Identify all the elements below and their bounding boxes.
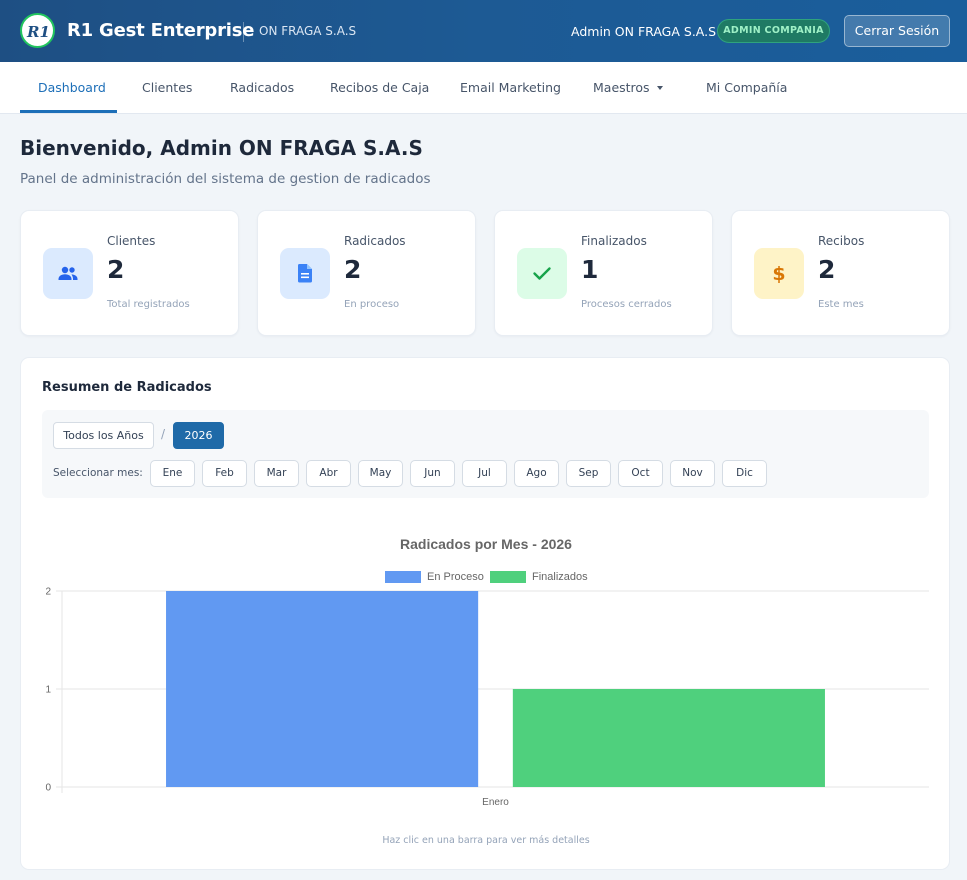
stat-card-radicados[interactable]: Radicados 2 En proceso bbox=[257, 210, 476, 336]
r1-logo[interactable]: R1 bbox=[20, 13, 55, 48]
users-icon bbox=[58, 266, 78, 280]
month-select-label: Seleccionar mes: bbox=[53, 467, 143, 479]
breadcrumb-separator: / bbox=[161, 427, 166, 441]
date-filter: Todos los Años / 2026 Seleccionar mes: E… bbox=[42, 410, 929, 498]
stat-label: Recibos bbox=[818, 234, 865, 248]
all-years-button[interactable]: Todos los Años bbox=[53, 422, 154, 449]
radicados-bar-chart[interactable]: Radicados por Mes - 2026 En Proceso Final… bbox=[21, 518, 951, 818]
company-name: ON FRAGA S.A.S bbox=[259, 24, 357, 38]
chart-title: Radicados por Mes - 2026 bbox=[400, 536, 572, 552]
y-tick-label: 0 bbox=[45, 783, 51, 794]
stat-icon-box: $ bbox=[754, 248, 804, 299]
month-button-oct[interactable]: Oct bbox=[618, 460, 663, 487]
app-brand: R1 Gest Enterprise bbox=[67, 20, 255, 41]
legend-label[interactable]: Finalizados bbox=[532, 571, 588, 583]
nav-maestros-label: Maestros bbox=[593, 80, 650, 95]
panel-title: Resumen de Radicados bbox=[42, 380, 212, 395]
stat-icon-box bbox=[280, 248, 330, 299]
nav-mi-compania[interactable]: Mi Compañía bbox=[706, 62, 787, 113]
bar-finalizados[interactable] bbox=[512, 689, 825, 787]
check-icon bbox=[533, 267, 551, 280]
y-tick-label: 1 bbox=[45, 685, 51, 696]
stat-value: 2 bbox=[344, 255, 362, 284]
svg-text:R1: R1 bbox=[26, 23, 50, 41]
stat-value: 1 bbox=[581, 255, 599, 284]
nav-maestros-dropdown[interactable]: Maestros bbox=[593, 62, 663, 113]
y-tick-label: 2 bbox=[45, 587, 51, 598]
stat-caption: Total registrados bbox=[107, 299, 190, 310]
month-button-jul[interactable]: Jul bbox=[462, 460, 507, 487]
stat-caption: En proceso bbox=[344, 299, 400, 310]
svg-text:$: $ bbox=[772, 263, 785, 285]
month-button-mar[interactable]: Mar bbox=[254, 460, 299, 487]
page-subtitle: Panel de administración del sistema de g… bbox=[20, 171, 431, 187]
radicados-summary-panel: Resumen de Radicados Todos los Años / 20… bbox=[20, 357, 950, 870]
nav-email-marketing[interactable]: Email Marketing bbox=[460, 62, 561, 113]
month-button-ago[interactable]: Ago bbox=[514, 460, 559, 487]
stat-icon-box bbox=[517, 248, 567, 299]
nav-dashboard[interactable]: Dashboard bbox=[38, 62, 106, 113]
x-tick-label: Enero bbox=[482, 797, 509, 808]
month-button-sep[interactable]: Sep bbox=[566, 460, 611, 487]
stat-card-finalizados[interactable]: Finalizados 1 Procesos cerrados bbox=[494, 210, 713, 336]
main-nav: Dashboard Clientes Radicados Recibos de … bbox=[0, 62, 967, 114]
month-button-abr[interactable]: Abr bbox=[306, 460, 351, 487]
nav-radicados[interactable]: Radicados bbox=[230, 62, 294, 113]
legend-swatch[interactable] bbox=[385, 571, 421, 583]
nav-recibos-de-caja[interactable]: Recibos de Caja bbox=[330, 62, 429, 113]
stat-value: 2 bbox=[107, 255, 125, 284]
month-button-nov[interactable]: Nov bbox=[670, 460, 715, 487]
page-title: Bienvenido, Admin ON FRAGA S.A.S bbox=[20, 136, 423, 160]
year-2026-button[interactable]: 2026 bbox=[173, 422, 224, 449]
user-name: Admin ON FRAGA S.A.S bbox=[571, 24, 717, 39]
logout-button[interactable]: Cerrar Sesión bbox=[844, 15, 950, 47]
role-badge: ADMIN COMPANIA bbox=[717, 19, 830, 43]
top-bar: R1 R1 Gest Enterprise ON FRAGA S.A.S Adm… bbox=[0, 0, 967, 62]
legend-swatch[interactable] bbox=[490, 571, 526, 583]
document-icon bbox=[297, 264, 312, 283]
stat-label: Clientes bbox=[107, 234, 156, 248]
chevron-down-icon bbox=[656, 86, 663, 90]
chart-x-axis: Enero bbox=[482, 797, 509, 808]
active-tab-indicator bbox=[20, 110, 117, 113]
stat-icon-box bbox=[43, 248, 93, 299]
month-button-feb[interactable]: Feb bbox=[202, 460, 247, 487]
brand-divider bbox=[243, 22, 244, 42]
legend-label[interactable]: En Proceso bbox=[427, 571, 484, 583]
dollar-icon: $ bbox=[772, 263, 785, 285]
stat-label: Radicados bbox=[344, 234, 406, 248]
stat-card-clientes[interactable]: Clientes 2 Total registrados bbox=[20, 210, 239, 336]
chart-legend[interactable]: En Proceso Finalizados bbox=[385, 571, 588, 583]
nav-clientes[interactable]: Clientes bbox=[142, 62, 192, 113]
stat-caption: Este mes bbox=[818, 299, 864, 310]
bar-en-proceso[interactable] bbox=[166, 591, 479, 787]
stat-label: Finalizados bbox=[581, 234, 647, 248]
stat-card-recibos[interactable]: $ Recibos 2 Este mes bbox=[731, 210, 950, 336]
month-button-may[interactable]: May bbox=[358, 460, 403, 487]
month-button-dic[interactable]: Dic bbox=[722, 460, 767, 487]
month-button-ene[interactable]: Ene bbox=[150, 460, 195, 487]
stat-value: 2 bbox=[818, 255, 836, 284]
chart-hint: Haz clic en una barra para ver más detal… bbox=[382, 835, 590, 846]
month-button-jun[interactable]: Jun bbox=[410, 460, 455, 487]
stat-caption: Procesos cerrados bbox=[581, 299, 672, 310]
